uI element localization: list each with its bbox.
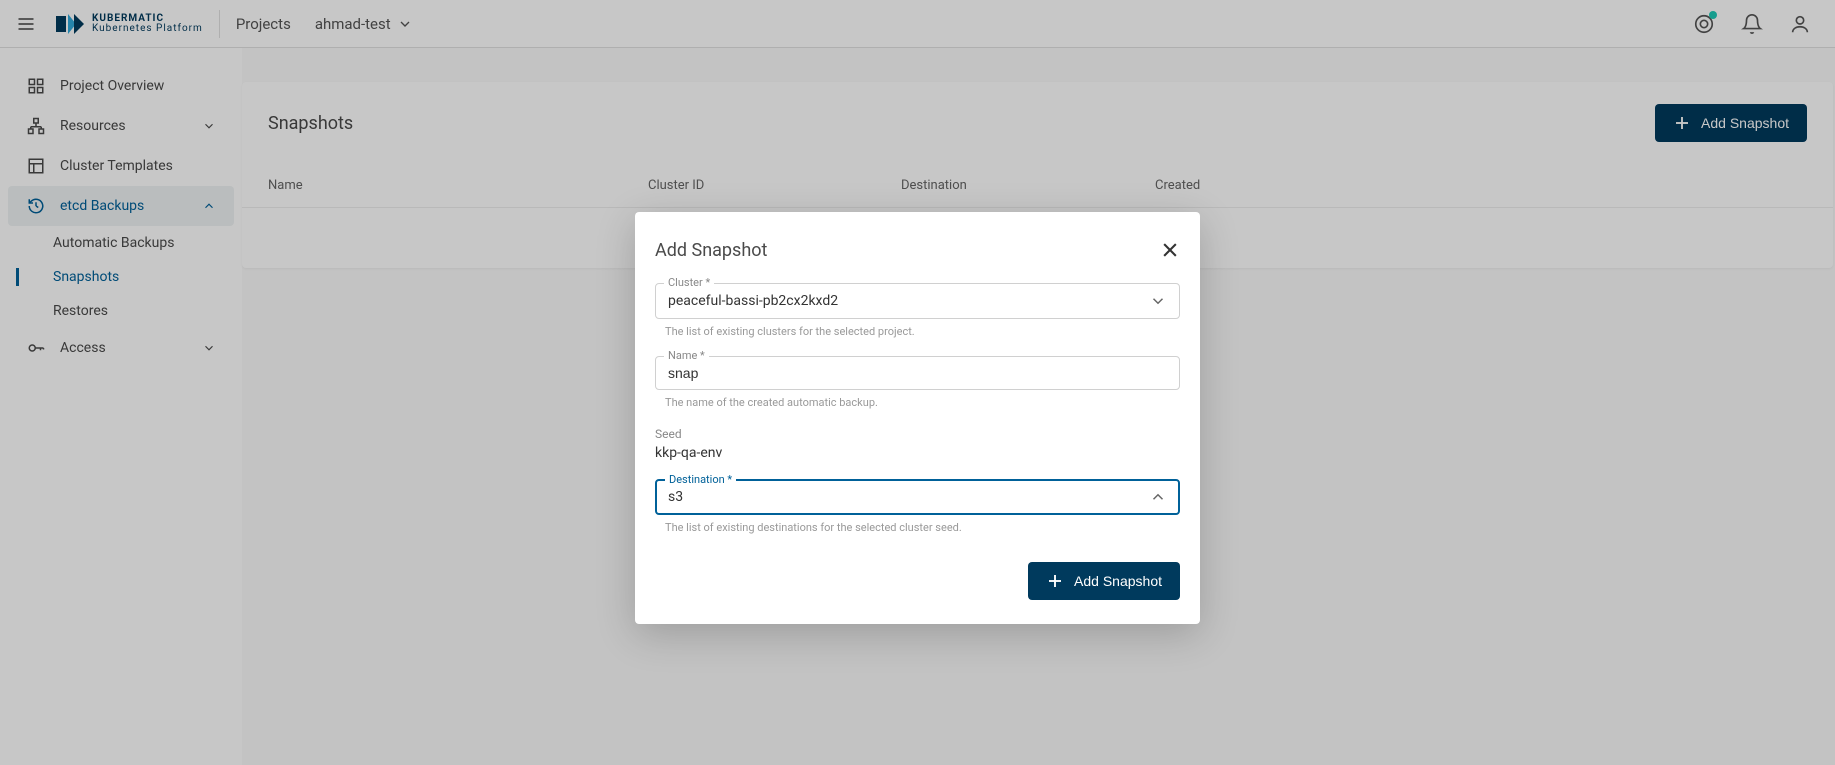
name-field-group: Name * The name of the created automatic… [655,356,1180,421]
seed-value: kkp-qa-env [655,445,1180,461]
cluster-select-value: peaceful-bassi-pb2cx2kxd2 [668,293,1149,309]
modal-title: Add Snapshot [655,240,767,261]
name-helper-text: The name of the created automatic backup… [655,390,1180,421]
seed-label: Seed [655,427,1180,441]
chevron-down-icon [1149,292,1167,310]
chevron-up-icon [1149,488,1167,506]
destination-select[interactable]: Destination * s3 [655,479,1180,515]
cluster-select[interactable]: Cluster * peaceful-bassi-pb2cx2kxd2 [655,283,1180,319]
add-snapshot-modal: Add Snapshot Cluster * peaceful-bassi-pb… [635,212,1200,624]
modal-close-button[interactable] [1160,240,1180,260]
modal-overlay[interactable]: Add Snapshot Cluster * peaceful-bassi-pb… [0,0,1835,765]
cluster-helper-text: The list of existing clusters for the se… [655,319,1180,350]
destination-helper-text: The list of existing destinations for th… [655,515,1180,546]
close-icon [1160,240,1180,260]
destination-label: Destination * [665,473,736,486]
name-label: Name * [664,349,709,362]
modal-submit-label: Add Snapshot [1074,573,1162,589]
modal-submit-button[interactable]: Add Snapshot [1028,562,1180,600]
plus-icon [1046,572,1064,590]
modal-header: Add Snapshot [655,240,1180,261]
modal-footer: Add Snapshot [655,562,1180,600]
name-input[interactable] [668,365,1167,381]
seed-field: Seed kkp-qa-env [655,427,1180,461]
destination-field-group: Destination * s3 The list of existing de… [655,479,1180,546]
cluster-field-group: Cluster * peaceful-bassi-pb2cx2kxd2 The … [655,283,1180,350]
destination-select-value: s3 [668,489,1149,505]
name-input-wrapper[interactable]: Name * [655,356,1180,390]
cluster-label: Cluster * [664,276,714,289]
